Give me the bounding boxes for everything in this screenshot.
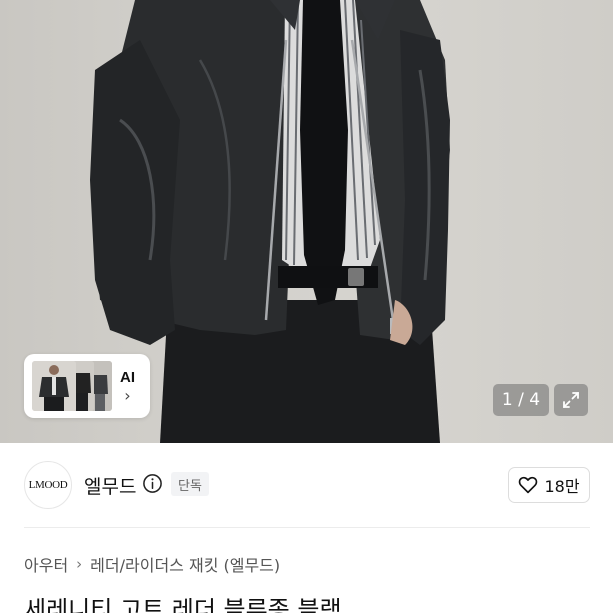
expand-button[interactable]	[554, 384, 588, 416]
ai-thumbnails	[30, 358, 114, 414]
expand-icon	[563, 392, 579, 408]
product-hero-image[interactable]: AI › 1 / 4	[0, 0, 613, 443]
ai-styling-chip[interactable]: AI ›	[24, 354, 150, 418]
like-button[interactable]: 18만	[508, 467, 590, 503]
shop-name[interactable]: 엘무드	[84, 472, 136, 499]
exclusive-badge: 단독	[171, 472, 209, 496]
ai-thumbnail	[32, 361, 76, 411]
image-page-indicator: 1 / 4	[493, 384, 549, 416]
breadcrumb-item-category[interactable]: 아우터	[24, 552, 68, 576]
divider	[24, 527, 590, 528]
chevron-right-icon: ›	[124, 385, 131, 405]
product-title: 세레니티 고트 레더 블루종 블랙	[24, 596, 342, 613]
shop-logo-text: LMOOD	[28, 479, 68, 491]
heart-icon	[519, 476, 538, 494]
breadcrumb: 아우터 › 레더/라이더스 재킷 (엘무드)	[24, 552, 280, 576]
breadcrumb-item-subcategory[interactable]: 레더/라이더스 재킷 (엘무드)	[90, 552, 280, 576]
like-count: 18만	[544, 477, 580, 496]
info-icon[interactable]	[142, 473, 163, 494]
chevron-right-icon: ›	[76, 555, 83, 573]
shop-row: LMOOD 엘무드 단독 18만	[0, 443, 613, 527]
shop-logo[interactable]: LMOOD	[24, 461, 72, 509]
ai-label: AI	[120, 368, 135, 386]
